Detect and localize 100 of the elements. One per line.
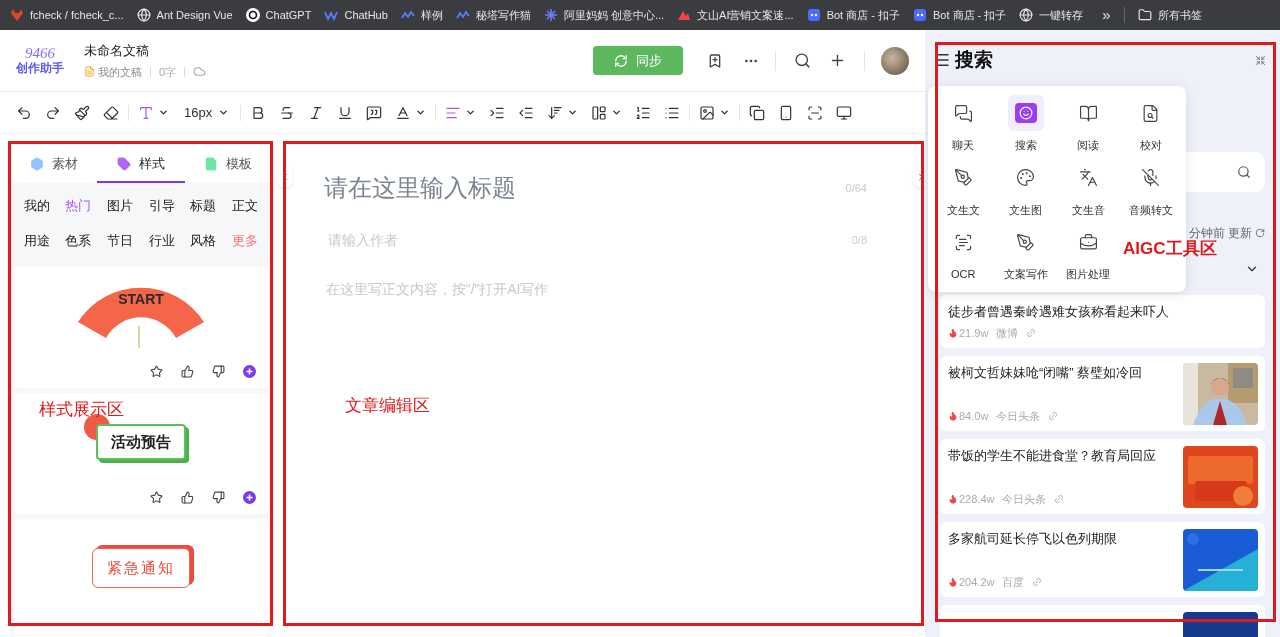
tool-item[interactable]: 校对 — [1119, 95, 1182, 154]
caret-icon — [719, 107, 731, 118]
bookmark-link[interactable]: 一键转存 — [1019, 6, 1084, 24]
category-tab[interactable]: 节日 — [99, 231, 141, 250]
bookmark-link[interactable]: fcheck / fcheck_c... — [10, 6, 124, 24]
add-icon[interactable] — [243, 365, 256, 378]
bookmark-link[interactable]: 秘塔写作猫 — [455, 6, 531, 24]
briefcase-icon — [1078, 232, 1098, 252]
news-card[interactable]: 多家航司延长停飞以色列期限 204.2w 百度 — [940, 521, 1265, 597]
all-bookmarks-link[interactable]: 所有书签 — [1137, 6, 1202, 24]
thumbs-up-icon[interactable] — [181, 365, 194, 378]
sample-tag: 活动预告 — [96, 423, 186, 461]
annotation-label: 文章编辑区 — [345, 395, 430, 417]
category-tab[interactable]: 色系 — [57, 231, 100, 250]
tool-item[interactable]: 文生文 — [932, 159, 995, 218]
category-tab[interactable]: 我的 — [16, 196, 58, 215]
bookmark-link[interactable]: Bot 商店 - 扣子 — [913, 6, 1007, 24]
tool-item[interactable]: 文案写作 — [994, 224, 1057, 283]
bookmark-link[interactable]: Bot 商店 - 扣子 — [806, 6, 900, 24]
pen-icon — [953, 168, 973, 187]
category-tab[interactable]: 标题 — [182, 196, 225, 215]
text-style-icon — [138, 104, 154, 121]
refresh-icon[interactable] — [1255, 228, 1265, 238]
tool-item[interactable]: 聊天 — [932, 95, 995, 154]
add-icon[interactable] — [829, 52, 846, 69]
news-card[interactable]: 带饭的学生不能进食堂？教育局回应 228.4w 今日头条 — [940, 438, 1265, 514]
collapse-icon[interactable] — [1255, 54, 1266, 66]
bookmark-link[interactable]: Ant Design Vue — [136, 6, 233, 24]
heat-count: 204.2w — [959, 575, 995, 590]
style-card[interactable]: START — [14, 267, 268, 388]
book-icon — [1078, 103, 1098, 123]
news-source: 微博 — [996, 326, 1019, 341]
layout-icon — [591, 104, 608, 121]
add-icon[interactable] — [243, 491, 256, 504]
bot-icon — [913, 8, 927, 22]
panel-title: 搜索 — [955, 47, 993, 72]
category-tab[interactable]: 正文 — [224, 196, 266, 215]
star-icon[interactable] — [150, 365, 163, 378]
bookmark-link[interactable]: 文山AI营销文案速... — [677, 6, 794, 24]
font-size-dropdown[interactable]: 16px — [178, 102, 236, 123]
category-tab[interactable]: 引导 — [141, 196, 183, 215]
snowflake-icon — [543, 8, 558, 22]
search-icon[interactable] — [1237, 165, 1251, 179]
news-card[interactable]: 被柯文哲妹妹呛“闭嘴” 蔡璧如冷回 84.0w 今日头条 — [940, 355, 1265, 431]
news-title: 带饭的学生不能进食堂？教育局回应 — [948, 446, 1157, 465]
category-tab[interactable]: 图片 — [99, 196, 141, 215]
bookmark-link[interactable]: 样例 — [400, 6, 443, 24]
category-tab[interactable]: 风格 — [182, 231, 225, 250]
tag-icon — [117, 156, 131, 171]
category-tab[interactable]: 用途 — [16, 231, 58, 250]
bookmark-icon[interactable] — [707, 52, 723, 69]
bot-icon — [806, 8, 821, 22]
tool-item[interactable]: 文生图 — [994, 159, 1057, 218]
title-field[interactable]: 请在这里输入标题 — [324, 170, 724, 206]
category-tab[interactable]: 行业 — [141, 231, 183, 250]
tool-item[interactable]: 文生音 — [1057, 159, 1120, 218]
bookmark-link[interactable]: ChatHub — [324, 6, 388, 24]
panel-tab[interactable]: 模板 — [184, 146, 272, 183]
folder-link[interactable]: 我的文稿 — [98, 63, 142, 80]
flame-icon — [948, 577, 958, 588]
news-source: 百度 — [1002, 575, 1025, 590]
tool-item[interactable]: 图片处理 — [1057, 224, 1120, 283]
tool-item[interactable]: 阅读 — [1057, 95, 1120, 154]
thumbs-down-icon[interactable] — [212, 491, 225, 504]
star-icon[interactable] — [150, 491, 163, 504]
tool-item[interactable]: 搜索 — [994, 95, 1057, 154]
search-icon[interactable] — [794, 52, 811, 69]
microphone-icon — [1141, 168, 1161, 187]
font-color-icon — [395, 104, 412, 121]
annotation-label: 样式展示区 — [39, 399, 124, 421]
news-source: 今日头条 — [1002, 492, 1047, 507]
knot-icon — [245, 8, 260, 22]
flame-icon — [948, 494, 958, 505]
caret-icon — [415, 107, 427, 118]
tool-item[interactable]: 音频转文 — [1119, 159, 1182, 218]
news-title: 多家航司延长停飞以色列期限 — [948, 529, 1118, 548]
caret-icon — [218, 107, 230, 118]
bookmark-link[interactable]: 阿里妈妈 创意中心... — [543, 6, 665, 24]
news-title: 被柯文哲妹妹呛“闭嘴” 蔡璧如冷回 — [948, 363, 1144, 382]
caret-icon — [611, 107, 623, 118]
avatar[interactable] — [881, 46, 909, 75]
word-count: 0字 — [159, 64, 177, 80]
annotation-label: AIGC工具区 — [1123, 239, 1217, 260]
panel-tab[interactable]: 素材 — [10, 146, 98, 183]
thumbs-up-icon[interactable] — [181, 491, 194, 504]
scan-icon — [953, 232, 973, 252]
bookmark-link[interactable]: ChatGPT — [245, 6, 312, 24]
category-tab[interactable]: 热门 — [57, 196, 100, 215]
heat-count: 228.4w — [959, 492, 995, 507]
news-source: 今日头条 — [996, 409, 1041, 424]
caret-icon — [567, 107, 579, 118]
more-bookmarks-button[interactable]: » — [1102, 3, 1111, 27]
flame-icon — [948, 328, 958, 339]
thumbs-down-icon[interactable] — [212, 365, 225, 378]
sample-text: START — [117, 290, 165, 309]
style-card[interactable]: 紧急通知 — [14, 519, 268, 637]
author-field[interactable]: 请输入作者 — [328, 230, 628, 251]
palette-icon — [1016, 168, 1036, 187]
news-card[interactable]: 徒步者曾遇秦岭遇难女孩称看起来吓人 21.9w 微博 — [940, 295, 1265, 348]
tool-item[interactable]: OCR — [932, 224, 995, 283]
